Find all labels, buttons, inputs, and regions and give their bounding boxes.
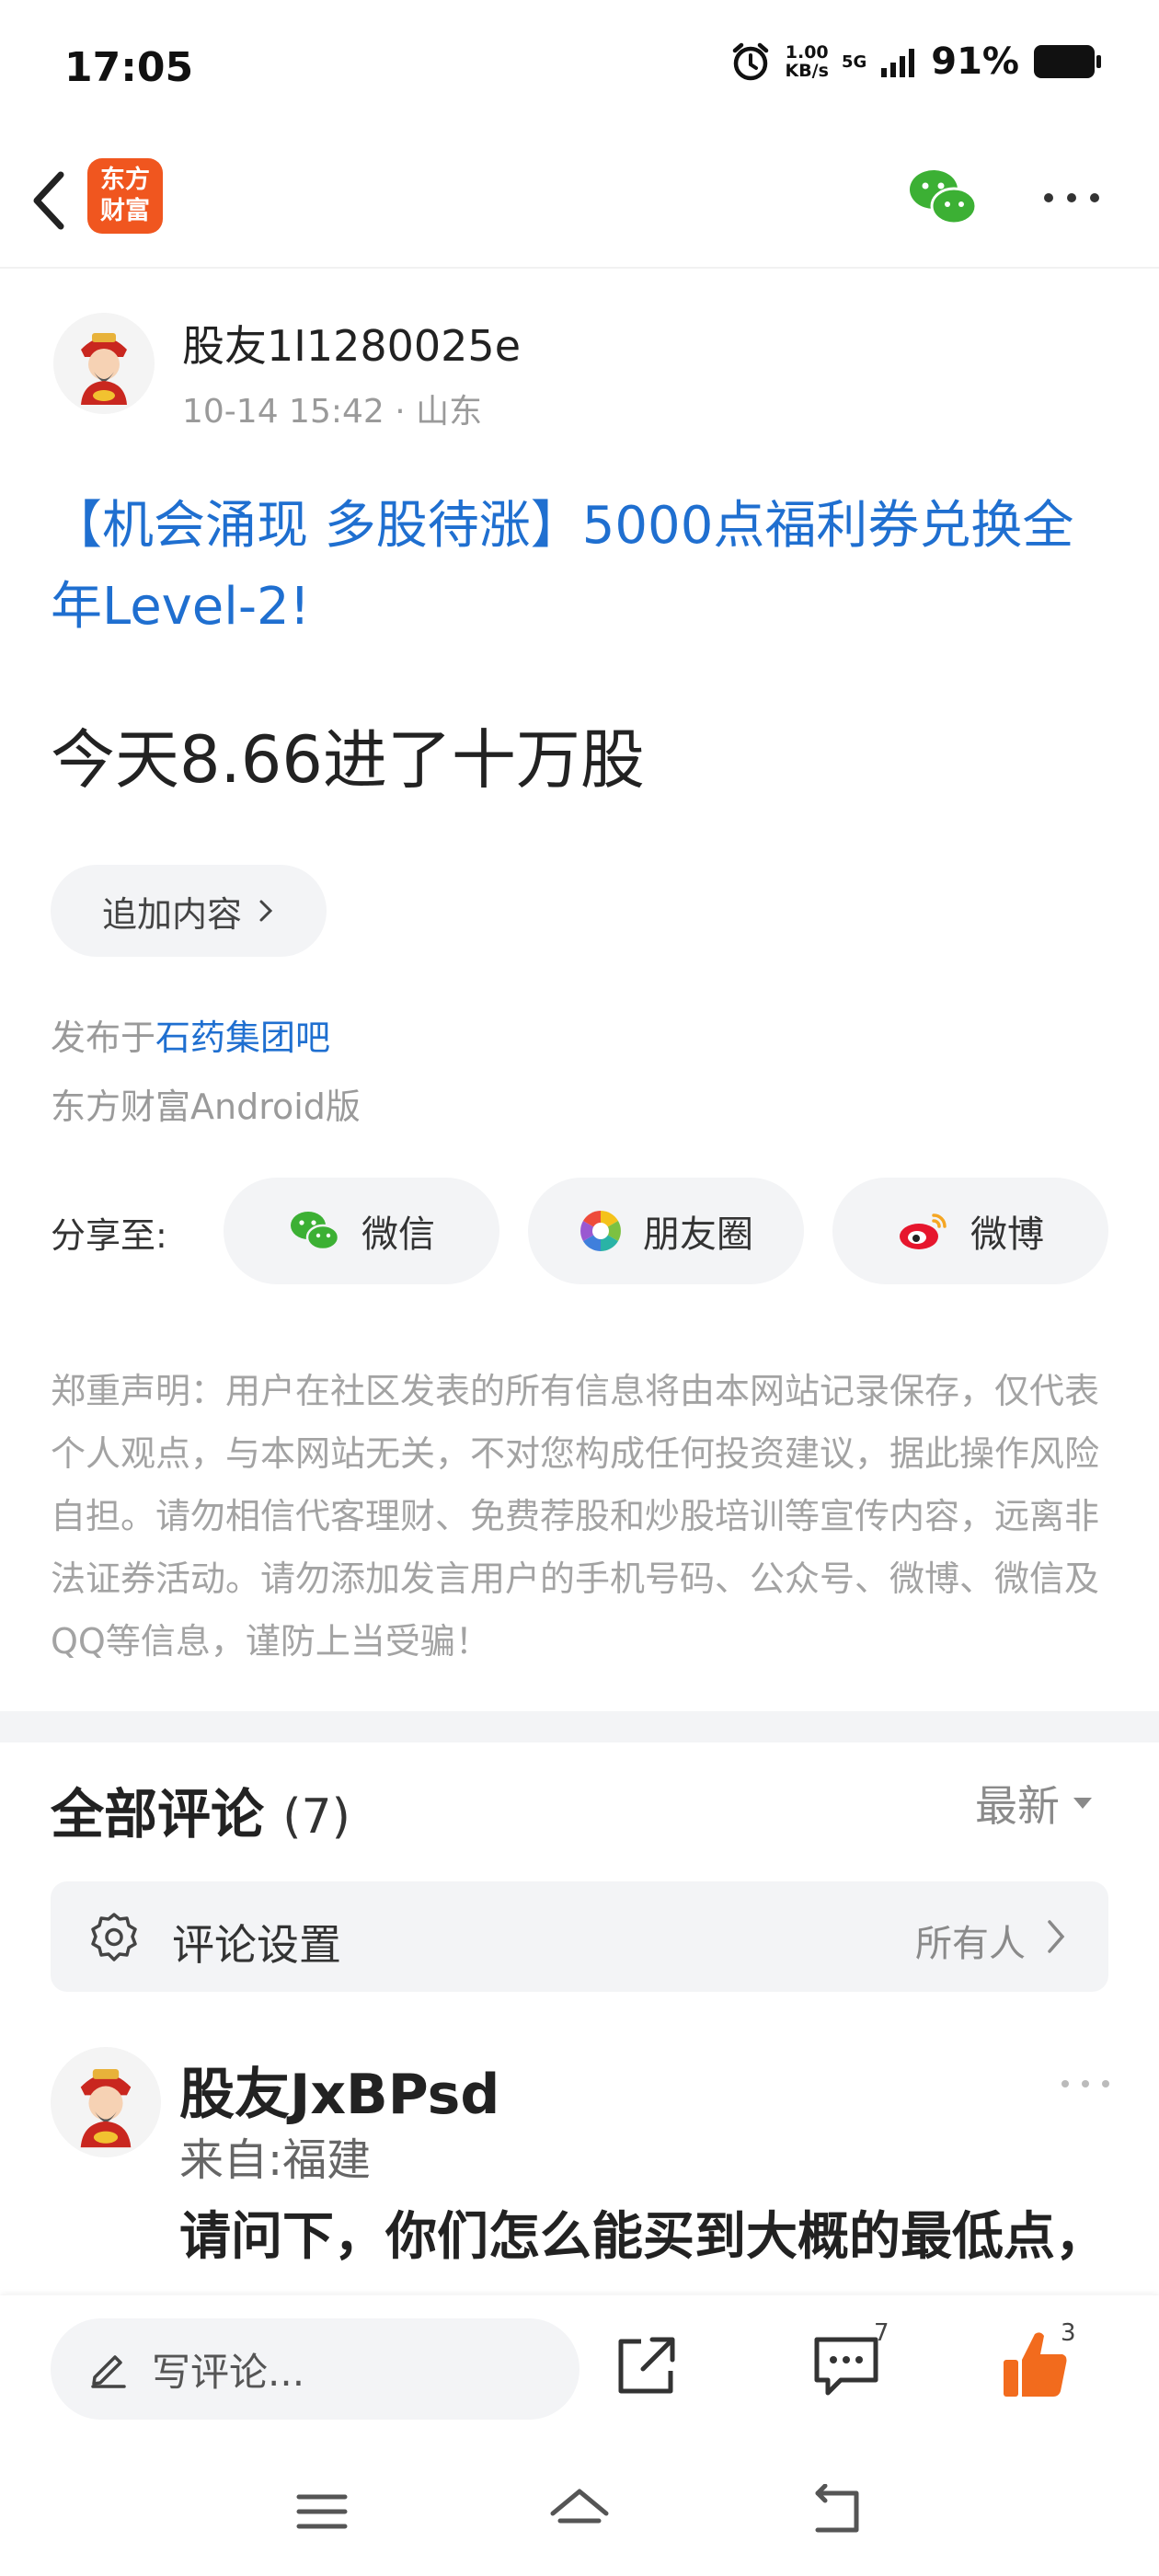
battery-percent: 91%: [931, 40, 1019, 83]
menu-icon[interactable]: [290, 2484, 354, 2539]
post-body: 今天8.66进了十万股: [51, 722, 645, 798]
fortune-god-avatar-icon: [81, 333, 127, 405]
status-time: 17:05: [64, 44, 194, 91]
share-wechat-button[interactable]: 微信: [224, 1178, 499, 1284]
section-divider: [0, 1711, 1159, 1742]
alarm-icon: [733, 42, 769, 81]
net-speed-unit: KB/s: [785, 61, 829, 81]
battery-icon: [1034, 45, 1101, 78]
comment-sort-dropdown[interactable]: 最新: [975, 1773, 1093, 1834]
net-speed: 1.00 KB/s: [785, 43, 828, 80]
share-weibo-button[interactable]: 微博: [832, 1178, 1108, 1284]
author-avatar[interactable]: [53, 313, 155, 414]
append-content-button[interactable]: 追加内容: [51, 865, 327, 957]
moments-icon: [580, 1211, 621, 1251]
share-wechat-label: 微信: [361, 1213, 435, 1256]
comment-settings-value: 所有人: [915, 1923, 1026, 1965]
share-label: 分享至:: [51, 1215, 167, 1256]
system-navigation-bar: [0, 2443, 1159, 2576]
wechat-icon: [291, 1212, 340, 1251]
comments-count: (7): [282, 1789, 350, 1845]
brand-logo-line2: 财富: [100, 197, 150, 225]
signal-icon: [881, 49, 915, 77]
like-count-badge: 3: [1061, 2319, 1076, 2347]
promo-link[interactable]: 【机会涌现 多股待涨】5000点福利券兑换全年Level-2!: [51, 486, 1118, 648]
brand-logo-line1: 东方: [100, 166, 150, 194]
comment-text: 请问下，你们怎么能买到大概的最低点，: [179, 2207, 1107, 2267]
append-content-label: 追加内容: [101, 893, 242, 935]
gear-icon: [91, 1913, 137, 1961]
share-moments-button[interactable]: 朋友圈: [528, 1178, 804, 1284]
comment-settings-row[interactable]: 评论设置 所有人: [51, 1881, 1108, 1992]
more-icon[interactable]: [1039, 184, 1104, 212]
commenter-location: 来自:福建: [179, 2134, 372, 2186]
pencil-icon: [91, 2355, 126, 2388]
comment-icon[interactable]: [809, 2332, 883, 2400]
share-icon[interactable]: [612, 2332, 680, 2400]
comment-sort-label: 最新: [975, 1781, 1060, 1831]
chevron-right-icon: [259, 900, 273, 922]
write-comment-input[interactable]: 写评论...: [51, 2318, 580, 2420]
published-in: 发布于石药集团吧: [51, 1009, 330, 1060]
net-speed-value: 1.00: [785, 42, 829, 63]
comments-title-text: 全部评论: [51, 1783, 265, 1846]
status-icons: 1.00 KB/s 5G 91%: [729, 40, 1102, 83]
top-navigation-bar: 东方 财富: [0, 138, 1159, 269]
fortune-god-avatar-icon: [80, 2069, 132, 2148]
network-type: 5G: [841, 52, 867, 72]
comment-more-icon[interactable]: [1058, 2075, 1113, 2093]
stock-bar-link[interactable]: 石药集团吧: [155, 1018, 330, 1058]
caret-down-icon: [1073, 1798, 1092, 1809]
chevron-right-icon: [1048, 1920, 1065, 1953]
brand-logo[interactable]: 东方 财富: [87, 158, 163, 234]
back-icon[interactable]: [22, 164, 77, 237]
comments-title: 全部评论 (7): [51, 1771, 350, 1848]
author-name[interactable]: 股友1I1280025e: [182, 313, 521, 374]
client-source: 东方财富Android版: [51, 1087, 361, 1127]
comment-settings-label: 评论设置: [172, 1920, 341, 1970]
weibo-icon: [900, 1213, 947, 1249]
commenter-name[interactable]: 股友JxBPsd: [179, 2050, 499, 2130]
disclaimer-text: 郑重声明：用户在社区发表的所有信息将由本网站记录保存，仅代表个人观点，与本网站无…: [51, 1371, 1100, 1662]
bottom-action-bar: 写评论... 7 3: [0, 2295, 1159, 2443]
write-comment-placeholder: 写评论...: [152, 2349, 305, 2395]
share-moments-label: 朋友圈: [643, 1213, 753, 1256]
commenter-avatar[interactable]: [51, 2047, 161, 2157]
comment-count-badge: 7: [874, 2319, 889, 2347]
home-icon[interactable]: [547, 2484, 612, 2539]
wechat-icon[interactable]: [906, 166, 980, 230]
share-weibo-label: 微博: [970, 1213, 1044, 1256]
post-meta: 10-14 15:42 · 山东: [182, 393, 483, 431]
published-prefix: 发布于: [51, 1018, 156, 1058]
back-nav-icon[interactable]: [805, 2484, 869, 2539]
